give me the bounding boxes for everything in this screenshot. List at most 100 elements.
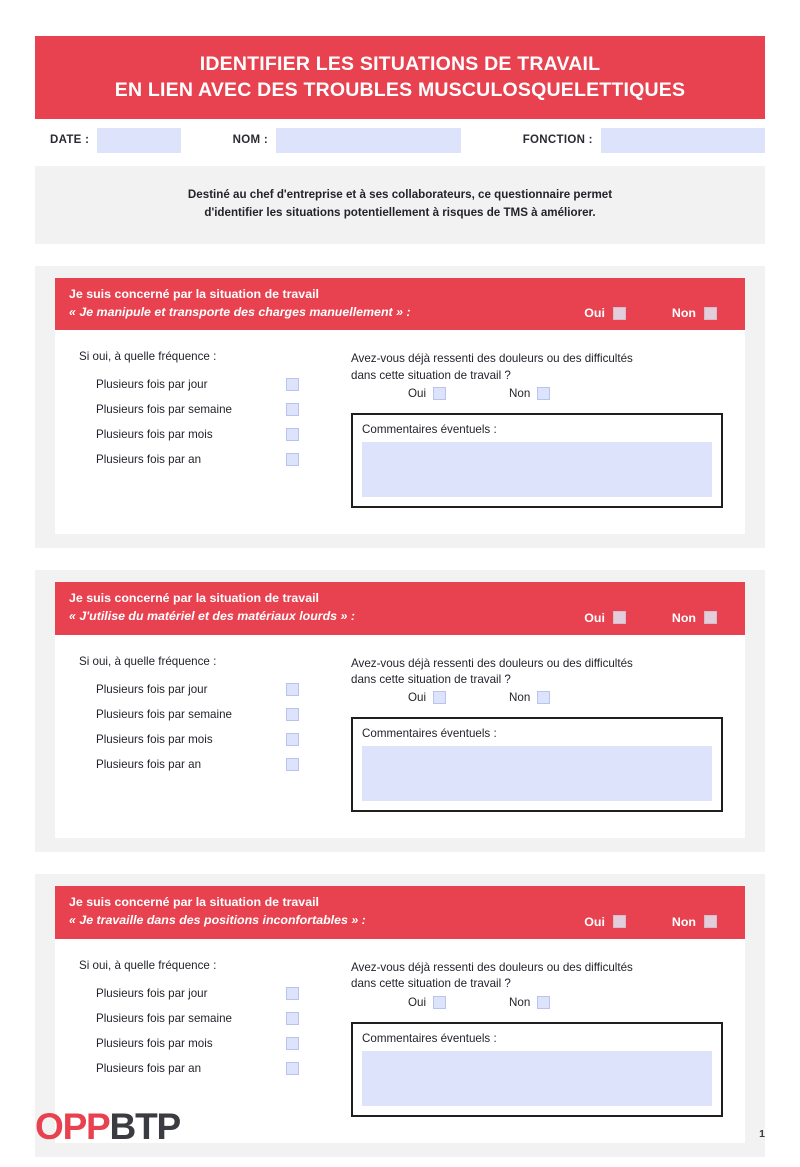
section-2-concerned-choices: Oui Non <box>584 611 731 626</box>
section-2-pain-yes-label: Oui <box>408 691 427 705</box>
section-1-pain-yes-checkbox[interactable] <box>433 387 447 401</box>
section-3-freq-year-row[interactable]: Plusieurs fois par an <box>79 1056 351 1081</box>
section-2-freq-day-row[interactable]: Plusieurs fois par jour <box>79 677 351 702</box>
section-1-concerned-choices: Oui Non <box>584 306 731 321</box>
intro-line-1: Destiné au chef d'entreprise et à ses co… <box>187 188 613 202</box>
section-1-yes-choice[interactable]: Oui <box>584 306 626 320</box>
section-3-yes-label: Oui <box>584 914 605 929</box>
section-1-freq-year-row[interactable]: Plusieurs fois par an <box>79 447 351 472</box>
section-2-freq-month-checkbox[interactable] <box>286 732 299 746</box>
section-3-freq-week-checkbox[interactable] <box>286 1011 299 1025</box>
section-1-pain-no-choice[interactable]: Non <box>509 387 551 401</box>
section-3-freq-day-row[interactable]: Plusieurs fois par jour <box>79 981 351 1006</box>
section-2-pain-question-l2: dans cette situation de travail ? <box>351 672 511 686</box>
section-2-no-choice[interactable]: Non <box>672 611 717 625</box>
date-input[interactable] <box>97 127 181 153</box>
section-3-no-checkbox[interactable] <box>704 915 717 929</box>
section-3-freq-year-checkbox[interactable] <box>286 1061 299 1075</box>
section-3-pain-yes-checkbox[interactable] <box>433 995 447 1009</box>
section-2-pain-question-l1: Avez-vous déjà ressenti des douleurs ou … <box>351 656 633 670</box>
section-1-frequency-title: Si oui, à quelle fréquence : <box>79 350 217 364</box>
section-1-pain-yes-label: Oui <box>408 387 427 401</box>
section-3-freq-month-checkbox[interactable] <box>286 1036 299 1050</box>
section-3-pain-no-checkbox[interactable] <box>537 995 551 1009</box>
section-2-freq-week-row[interactable]: Plusieurs fois par semaine <box>79 702 351 727</box>
section-1-pain-no-checkbox[interactable] <box>537 387 551 401</box>
section-3-frequency-title: Si oui, à quelle fréquence : <box>79 958 217 972</box>
section-3-yes-checkbox[interactable] <box>612 915 626 929</box>
section-3-freq-day-checkbox[interactable] <box>286 986 299 1000</box>
section-3-freq-week-label: Plusieurs fois par semaine <box>96 1011 232 1025</box>
section-3-frequency-column: Si oui, à quelle fréquence : Plusieurs f… <box>79 959 351 1117</box>
section-3-pain-question-l1: Avez-vous déjà ressenti des douleurs ou … <box>351 960 633 974</box>
section-3-header-text: Je suis concerné par la situation de tra… <box>69 894 366 929</box>
section-2-pain-column: Avez-vous déjà ressenti des douleurs ou … <box>351 655 723 813</box>
section-1-freq-week-checkbox[interactable] <box>286 403 299 417</box>
section-1-freq-week-row[interactable]: Plusieurs fois par semaine <box>79 397 351 422</box>
section-2-yes-checkbox[interactable] <box>612 611 626 625</box>
section-1-comments-box: Commentaires éventuels : <box>351 413 723 509</box>
fonction-label: FONCTION : <box>522 134 593 147</box>
section-1-freq-month-row[interactable]: Plusieurs fois par mois <box>79 422 351 447</box>
section-1-freq-year-checkbox[interactable] <box>286 453 299 467</box>
section-2-pain-yes-choice[interactable]: Oui <box>408 691 447 705</box>
section-1-pain-question-l1: Avez-vous déjà ressenti des douleurs ou … <box>351 352 633 366</box>
section-1-pain-no-label: Non <box>509 387 531 401</box>
section-3-pain-question-l2: dans cette situation de travail ? <box>351 977 511 991</box>
section-2-pain-no-choice[interactable]: Non <box>509 691 551 705</box>
section-2-freq-year-checkbox[interactable] <box>286 757 299 771</box>
section-1-no-checkbox[interactable] <box>704 306 717 320</box>
section-2-freq-week-checkbox[interactable] <box>286 707 299 721</box>
section-1-freq-month-label: Plusieurs fois par mois <box>96 428 213 442</box>
section-1-pain-column: Avez-vous déjà ressenti des douleurs ou … <box>351 350 723 509</box>
section-2-yes-choice[interactable]: Oui <box>584 611 626 625</box>
nom-label: NOM : <box>232 134 268 147</box>
section-3-pain-no-choice[interactable]: Non <box>509 995 551 1009</box>
title-line-2: EN LIEN AVEC DES TROUBLES MUSCULOSQUELET… <box>114 79 686 102</box>
section-1-freq-day-row[interactable]: Plusieurs fois par jour <box>79 372 351 397</box>
section-1-yes-checkbox[interactable] <box>612 306 626 320</box>
section-3-header: Je suis concerné par la situation de tra… <box>55 886 745 939</box>
section-2-freq-month-row[interactable]: Plusieurs fois par mois <box>79 727 351 752</box>
intro-line-2: d'identifier les situations potentiellem… <box>204 206 596 220</box>
section-3-yes-choice[interactable]: Oui <box>584 915 626 929</box>
question-section-1: Je suis concerné par la situation de tra… <box>35 266 765 549</box>
section-3-comments-input[interactable] <box>362 1050 712 1106</box>
section-2-freq-month-label: Plusieurs fois par mois <box>96 732 213 746</box>
section-3-pain-yes-choice[interactable]: Oui <box>408 995 447 1009</box>
section-1-quote: « Je manipule et transporte des charges … <box>69 304 411 319</box>
section-3-freq-week-row[interactable]: Plusieurs fois par semaine <box>79 1006 351 1031</box>
section-1-intro: Je suis concerné par la situation de tra… <box>69 287 319 302</box>
section-1-freq-month-checkbox[interactable] <box>286 428 299 442</box>
section-2-pain-no-checkbox[interactable] <box>537 691 551 705</box>
logo-opp-text: OPP <box>35 1106 111 1147</box>
section-2-pain-no-label: Non <box>509 691 531 705</box>
section-3-pain-choices: Oui Non <box>351 995 723 1009</box>
identity-row: DATE : NOM : FONCTION : <box>35 119 765 162</box>
section-2-body: Si oui, à quelle fréquence : Plusieurs f… <box>55 634 745 839</box>
section-1-freq-week-label: Plusieurs fois par semaine <box>96 403 232 417</box>
section-1-header: Je suis concerné par la situation de tra… <box>55 278 745 331</box>
section-2-frequency-title: Si oui, à quelle fréquence : <box>79 654 217 668</box>
section-2-freq-day-checkbox[interactable] <box>286 682 299 696</box>
section-3-freq-month-row[interactable]: Plusieurs fois par mois <box>79 1031 351 1056</box>
section-2-comments-input[interactable] <box>362 746 712 802</box>
section-3-freq-month-label: Plusieurs fois par mois <box>96 1036 213 1050</box>
section-1-freq-day-checkbox[interactable] <box>286 378 299 392</box>
section-3-quote: « Je travaille dans des positions inconf… <box>69 913 366 928</box>
page-footer: OPPBTP 1 <box>35 1108 765 1145</box>
section-2-header: Je suis concerné par la situation de tra… <box>55 582 745 635</box>
document-title-banner: IDENTIFIER LES SITUATIONS DE TRAVAIL EN … <box>35 36 765 120</box>
section-2-no-checkbox[interactable] <box>704 611 717 625</box>
section-2-comments-label: Commentaires éventuels : <box>362 727 497 741</box>
section-1-no-choice[interactable]: Non <box>672 306 717 320</box>
fonction-input[interactable] <box>600 127 765 153</box>
section-2-freq-year-row[interactable]: Plusieurs fois par an <box>79 752 351 777</box>
section-2-pain-yes-checkbox[interactable] <box>433 691 447 705</box>
section-1-pain-yes-choice[interactable]: Oui <box>408 387 447 401</box>
section-1-header-text: Je suis concerné par la situation de tra… <box>69 286 411 321</box>
section-3-no-choice[interactable]: Non <box>672 915 717 929</box>
nom-input[interactable] <box>275 127 462 153</box>
section-3-concerned-choices: Oui Non <box>584 915 731 930</box>
section-1-comments-input[interactable] <box>362 442 712 498</box>
